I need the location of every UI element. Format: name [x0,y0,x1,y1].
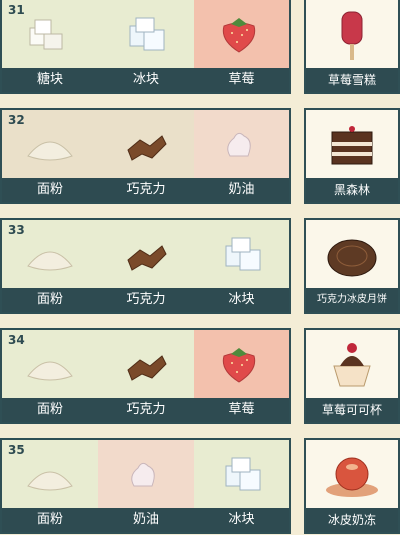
ingredient-label: 冰块 [132,72,159,87]
ingredient-label: 面粉 [36,182,63,197]
ingredient-slot[interactable] [194,330,289,400]
ingredient-label: 面粉 [36,402,63,417]
result-card[interactable]: 黑森林 [304,108,400,204]
ingredient-label: 巧克力 [126,402,166,417]
ingredient-slot[interactable]: 34 [2,330,98,400]
ingredient-slot[interactable] [98,330,194,400]
ingredient-label: 巧克力 [126,182,166,197]
recipe-row-31: 31 糖块 冰块 草莓 草莓雪糕 [0,0,400,94]
flour-icon [27,471,73,491]
flour-icon [27,251,73,271]
cream-icon [227,132,251,157]
chocolate-icon [127,245,167,271]
ingredient-label: 冰块 [228,292,255,307]
ingredient-label: 巧克力 [126,292,166,307]
black-forest-cake-icon [331,126,373,165]
ingredient-label: 糖块 [36,72,63,87]
ingredient-panel: 34 面粉 巧克力 草莓 [0,328,291,424]
ingredient-slot[interactable] [194,0,289,70]
result-card[interactable]: 草莓可可杯 [304,328,400,424]
ingredient-panel: 31 糖块 冰块 草莓 [0,0,291,94]
result-card[interactable]: 巧克力冰皮月饼 [304,218,400,314]
chocolate-icon [127,135,167,161]
strawberry-icon [222,18,256,53]
ingredient-slot[interactable] [98,110,194,180]
chocolate-icon [127,355,167,381]
ingredient-slot[interactable]: 31 [2,0,98,70]
recipe-row-33: 33 面粉 巧克力 冰块 巧克力冰皮月饼 [0,218,400,314]
snowskin-pudding-icon [326,457,378,497]
strawberry-icon [222,348,256,383]
ingredient-panel: 35 面粉 奶油 冰块 [0,438,291,534]
ingredient-slot[interactable] [194,440,289,510]
ingredient-label: 奶油 [132,512,159,527]
flour-icon [27,361,73,381]
ingredient-slot[interactable]: 32 [2,110,98,180]
result-label: 黑森林 [333,183,370,197]
recipe-row-35: 35 面粉 奶油 冰块 冰皮奶冻 [0,438,400,534]
recipe-row-34: 34 面粉 巧克力 草莓 草莓可可杯 [0,328,400,424]
cream-icon [131,462,155,487]
ingredient-panel: 32 面粉 巧克力 奶油 [0,108,291,204]
result-card[interactable]: 冰皮奶冻 [304,438,400,534]
ingredient-label: 冰块 [228,512,255,527]
ice-cube-icon [129,17,165,51]
ingredient-slot[interactable] [98,0,194,70]
ingredient-slot[interactable] [194,220,289,290]
result-label: 草莓雪糕 [327,73,376,87]
ingredient-label: 奶油 [228,182,255,197]
strawberry-popsicle-icon [341,11,363,60]
result-label: 巧克力冰皮月饼 [317,294,387,305]
result-card[interactable]: 草莓雪糕 [304,0,400,94]
ingredient-slot[interactable] [98,220,194,290]
ingredient-slot[interactable]: 35 [2,440,98,510]
strawberry-cocoa-cup-icon [333,343,371,387]
ingredient-label: 草莓 [228,402,255,417]
ingredient-label: 草莓 [228,72,255,87]
ice-cube-icon [225,457,261,491]
result-label: 草莓可可杯 [321,403,382,417]
flour-icon [27,141,73,161]
ingredient-panel: 33 面粉 巧克力 冰块 [0,218,291,314]
sugar-cube-icon [29,19,63,50]
chocolate-mooncake-icon [327,239,377,277]
ingredient-label: 面粉 [36,292,63,307]
result-label: 冰皮奶冻 [327,513,376,527]
ice-cube-icon [225,237,261,271]
recipe-row-32: 32 面粉 巧克力 奶油 黑森林 [0,108,400,204]
ingredient-slot[interactable]: 33 [2,220,98,290]
ingredient-slot[interactable] [194,110,289,180]
ingredient-label: 面粉 [36,512,63,527]
ingredient-slot[interactable] [98,440,194,510]
